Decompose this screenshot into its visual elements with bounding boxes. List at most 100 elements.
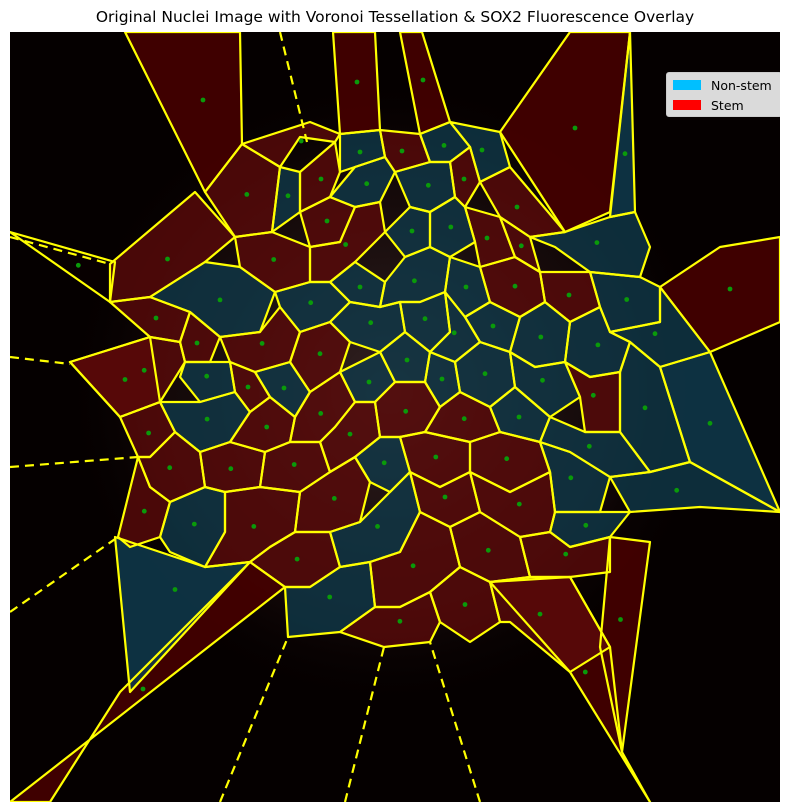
microscopy-image-panel: Non-stem Stem — [10, 32, 780, 802]
nucleus-point — [463, 284, 469, 290]
nucleus-point — [572, 125, 578, 131]
nucleus-point — [298, 138, 304, 144]
nucleus-point — [271, 257, 277, 262]
nucleus-point — [707, 420, 713, 426]
nucleus-point — [485, 547, 491, 553]
voronoi-tessellation-overlay — [10, 32, 780, 802]
nucleus-point — [727, 286, 733, 292]
nucleus-point — [381, 460, 387, 466]
nucleus-point — [324, 218, 330, 224]
nucleus-point — [595, 342, 601, 348]
nucleus-point — [294, 556, 300, 562]
nucleus-point — [368, 320, 374, 326]
nucleus-point — [357, 149, 363, 155]
nucleus-point — [140, 686, 146, 692]
nucleus-point — [285, 193, 291, 199]
nucleus-point — [433, 454, 439, 460]
nucleus-point — [404, 357, 410, 363]
nucleus-point — [512, 283, 518, 289]
nucleus-point — [441, 143, 447, 148]
figure-title: Original Nuclei Image with Voronoi Tesse… — [95, 8, 695, 26]
legend-item-non-stem: Non-stem — [673, 77, 772, 93]
nucleus-point — [122, 377, 128, 382]
nucleus-point — [245, 384, 251, 390]
nucleus-point — [364, 181, 370, 187]
nucleus-point — [308, 300, 314, 306]
nucleus-point — [409, 228, 415, 234]
nucleus-point — [264, 424, 270, 430]
nucleus-point — [540, 377, 545, 383]
nucleus-point — [204, 373, 210, 379]
nucleus-point — [347, 431, 353, 437]
voronoi-ray — [10, 536, 119, 613]
nucleus-point — [200, 97, 206, 103]
nucleus-point — [461, 176, 467, 182]
nucleus-point — [244, 192, 250, 197]
nucleus-point — [375, 524, 380, 529]
nucleus-point — [490, 323, 496, 329]
nucleus-point — [217, 297, 223, 303]
nucleus-point — [399, 148, 405, 154]
nucleus-point — [590, 392, 596, 398]
nucleus-point — [516, 501, 522, 507]
nucleus-point — [618, 617, 623, 622]
nucleus-point — [484, 235, 490, 241]
nucleus-point — [582, 669, 588, 675]
nucleus-point — [482, 371, 488, 377]
legend-label: Stem — [711, 97, 744, 113]
nucleus-point — [146, 430, 152, 436]
nucleus-point — [165, 256, 170, 262]
legend-label: Non-stem — [711, 77, 772, 93]
nucleus-point — [583, 522, 589, 528]
nucleus-point — [194, 340, 200, 346]
nucleus-point — [624, 297, 630, 302]
nucleus-point — [439, 376, 445, 382]
nucleus-point — [442, 494, 448, 500]
nucleus-point — [586, 443, 592, 449]
nucleus-point — [420, 77, 426, 83]
nucleus-point — [167, 465, 173, 471]
nucleus-point — [514, 204, 520, 210]
nucleus-point — [448, 224, 454, 230]
nucleus-point — [291, 462, 297, 467]
nucleus-point — [327, 594, 333, 600]
nucleus-point — [504, 456, 510, 462]
nucleus-point — [204, 416, 210, 422]
voronoi-ray — [10, 355, 71, 366]
legend-item-stem: Stem — [673, 97, 744, 113]
nucleus-point — [422, 316, 428, 322]
nucleus-point — [354, 79, 360, 85]
nucleus-point — [172, 587, 178, 592]
nucleus-point — [479, 147, 485, 153]
legend-swatch-non-stem — [673, 80, 701, 90]
nucleus-point — [228, 466, 234, 472]
nucleus-point — [259, 341, 265, 346]
nucleus-point — [622, 151, 628, 157]
nucleus-point — [462, 602, 468, 607]
nucleus-point — [563, 551, 569, 557]
nucleus-point — [141, 508, 147, 514]
nucleus-point — [318, 176, 324, 182]
nucleus-point — [674, 487, 680, 493]
nucleus-point — [403, 408, 409, 414]
nucleus-point — [281, 385, 287, 391]
nucleus-point — [412, 278, 417, 284]
nucleus-point — [410, 563, 416, 569]
nucleus-point — [516, 414, 522, 420]
nucleus-point — [141, 367, 147, 373]
nucleus-point — [318, 411, 324, 416]
nucleus-point — [153, 315, 159, 321]
legend-swatch-stem — [673, 100, 701, 110]
nucleus-point — [75, 262, 81, 268]
nucleus-point — [652, 331, 658, 337]
nucleus-point — [191, 521, 197, 527]
nucleus-point — [331, 496, 337, 501]
nucleus-point — [366, 379, 372, 385]
nucleus-point — [538, 334, 544, 340]
nucleus-point — [317, 351, 323, 357]
nucleus-point — [397, 618, 403, 624]
legend: Non-stem Stem — [666, 72, 780, 117]
nucleus-point — [251, 524, 257, 529]
nucleus-point — [642, 405, 648, 411]
nucleus-point — [343, 242, 348, 247]
